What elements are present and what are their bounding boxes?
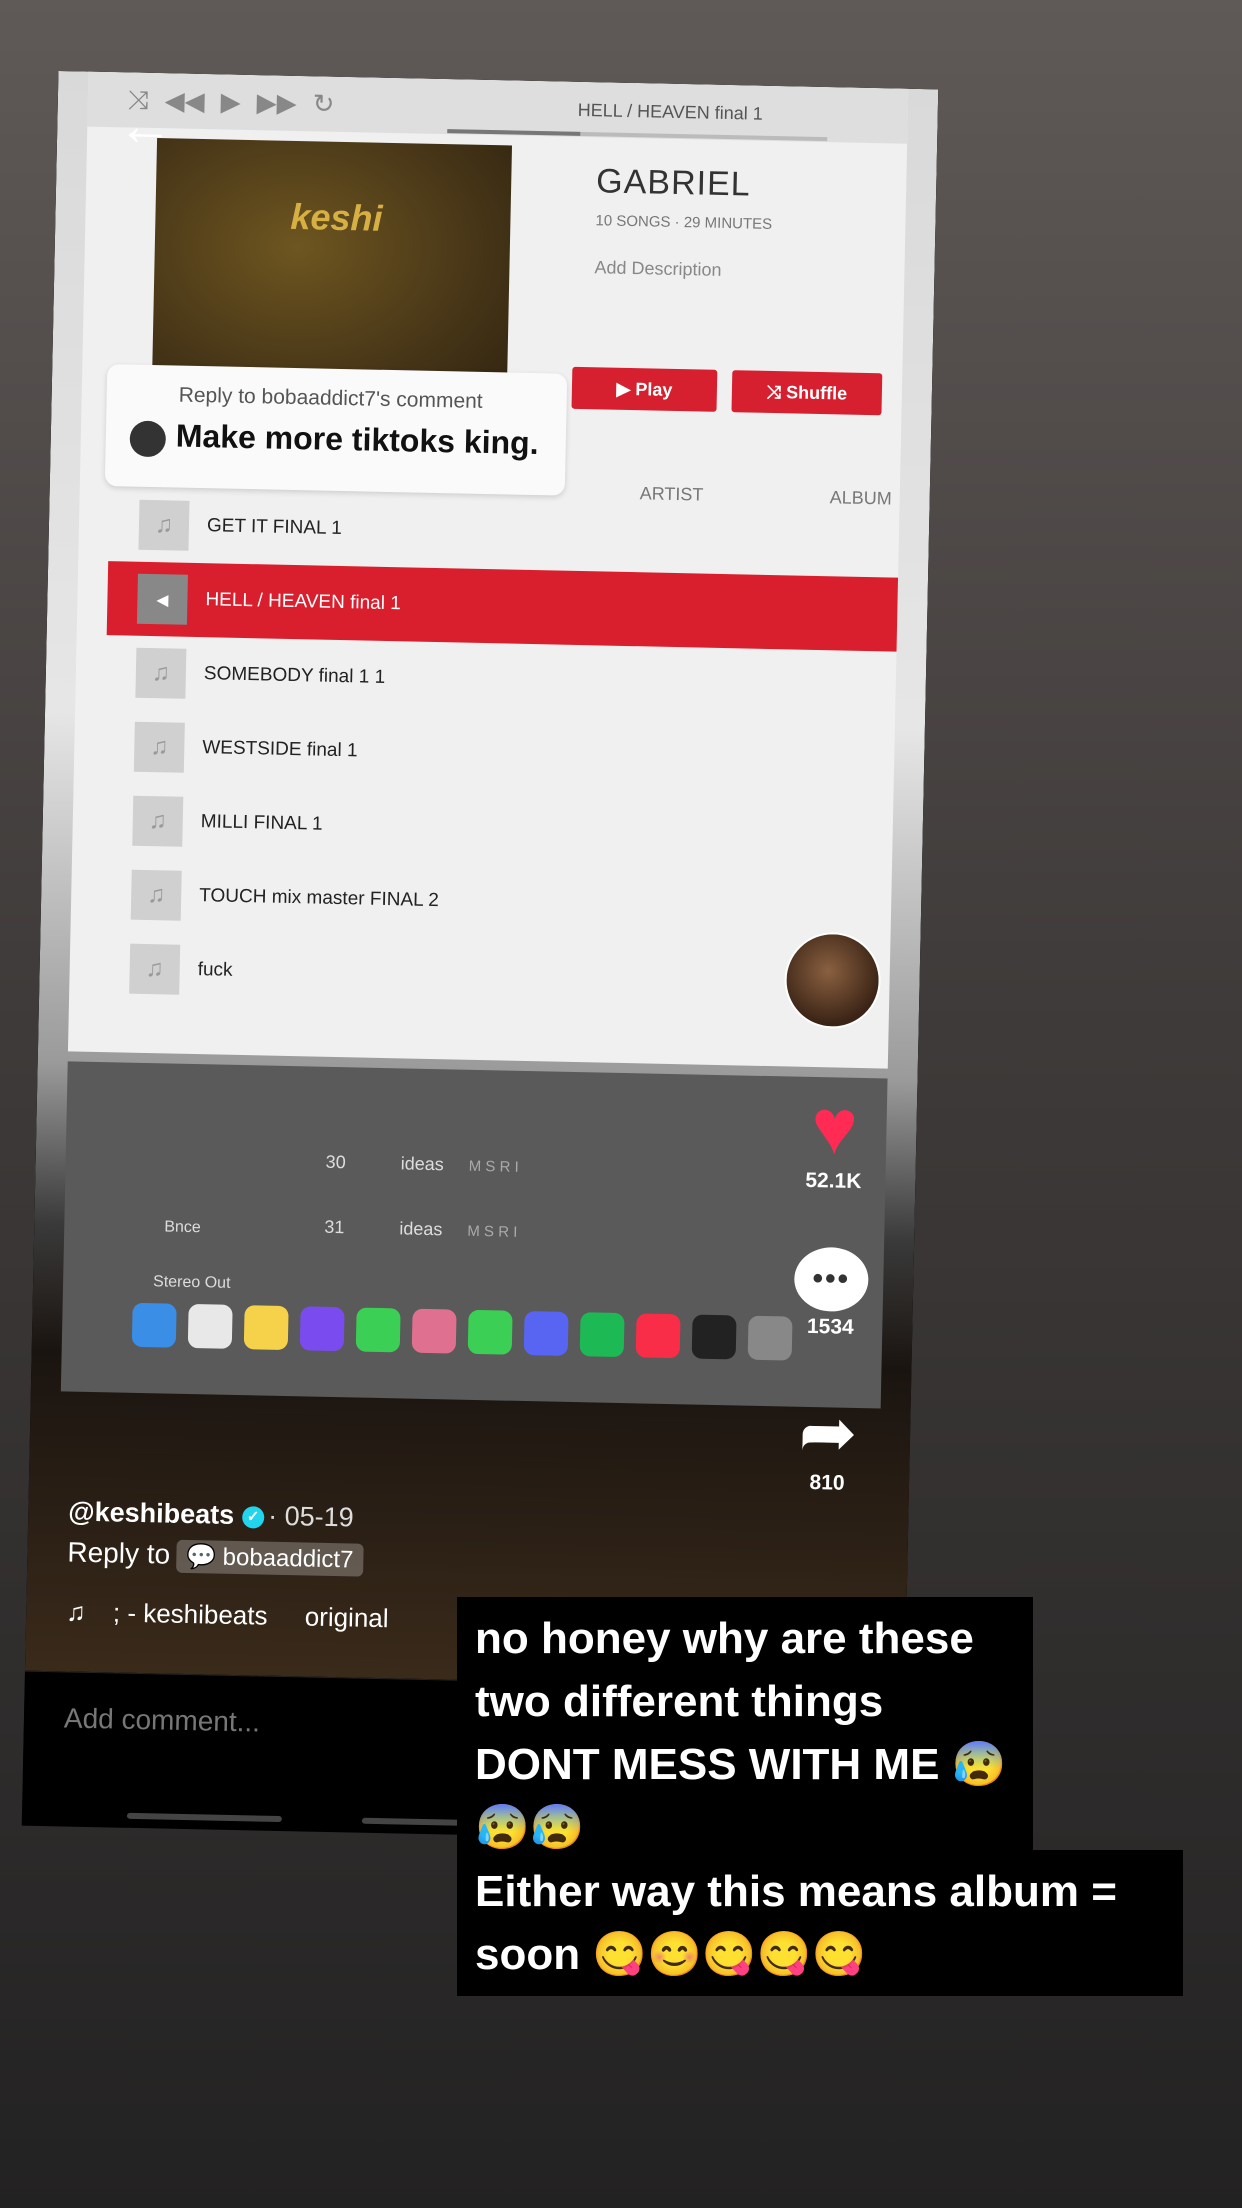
creator-handle-line: @keshibeats ✓ · 05-19 <box>68 1497 354 1534</box>
back-arrow-icon[interactable]: ← <box>117 93 174 157</box>
verified-icon: ✓ <box>241 1506 265 1529</box>
share-count: 810 <box>809 1471 845 1495</box>
add-description: Add Description <box>594 257 722 280</box>
speaker-icon: ◂ <box>136 573 188 625</box>
heart-icon[interactable]: ♥ <box>786 1082 884 1171</box>
tiktok-screenshot: ⤨ ◀◀ ▶ ▶▶ ↻ HELL / HEAVEN final 1 keshi … <box>21 70 939 1845</box>
like-action[interactable]: ♥ 52.1K <box>785 1082 884 1194</box>
music-note-icon: ♫ <box>129 943 181 995</box>
song-list: ♫ GET IT FINAL 1 ◂ HELL / HEAVEN final 1 ♫… <box>99 487 900 1021</box>
add-comment-input[interactable]: Add comment... <box>64 1702 261 1738</box>
repeat-icon: ↻ <box>312 87 335 119</box>
post-date: · 05-19 <box>267 1500 355 1533</box>
progress-bar <box>447 129 828 142</box>
notes-icon <box>243 1305 289 1351</box>
daw-track-30: 30 ideas M S R I <box>325 1151 519 1176</box>
story-caption-1: no honey why are these two different thi… <box>457 1597 1033 1869</box>
comment-action[interactable]: ••• 1534 <box>782 1246 880 1340</box>
finder-icon <box>131 1302 177 1348</box>
commenter-avatar <box>129 420 167 458</box>
reply-comment-card: Reply to bobaaddict7's comment Make more… <box>104 364 568 496</box>
page-indicator <box>126 1812 282 1823</box>
music-note-icon: ♫ <box>130 869 182 921</box>
story-caption-2: Either way this means album = soon 😋😊😋😋😋 <box>457 1850 1183 1996</box>
comment-count: 1534 <box>806 1314 854 1339</box>
music-note-icon: ♫ <box>133 721 185 773</box>
now-playing-title: HELL / HEAVEN final 1 <box>577 99 764 124</box>
messenger-icon <box>299 1306 345 1352</box>
playlist-meta: 10 SONGS · 29 MINUTES <box>595 212 773 233</box>
chrome-icon <box>187 1303 233 1349</box>
sound-name: ; - keshibeats <box>112 1597 268 1631</box>
album-art-text: keshi <box>290 195 383 239</box>
discord-icon <box>523 1311 569 1356</box>
reply-to-chip[interactable]: 💬 bobaaddict7 <box>175 1539 364 1577</box>
play-button: ▶ Play <box>571 366 718 412</box>
mac-dock <box>131 1302 793 1387</box>
share-action[interactable]: ➦ 810 <box>779 1393 877 1496</box>
play-icon: ▶ <box>220 85 242 117</box>
bnce-label: Bnce <box>164 1218 201 1237</box>
like-count: 52.1K <box>805 1168 862 1194</box>
facetime-icon <box>467 1309 513 1355</box>
song-row: ♫ fuck <box>99 931 890 1022</box>
sound-original: original <box>304 1601 389 1634</box>
comment-icon[interactable]: ••• <box>793 1246 869 1313</box>
share-icon[interactable]: ➦ <box>779 1393 876 1472</box>
app-icon <box>691 1314 737 1360</box>
shuffle-button: ⤨ Shuffle <box>731 370 883 416</box>
playlist-title: GABRIEL <box>595 162 752 204</box>
forward-icon: ▶▶ <box>256 86 297 118</box>
music-note-icon: ♫ <box>138 499 190 551</box>
music-app-screen: ⤨ ◀◀ ▶ ▶▶ ↻ HELL / HEAVEN final 1 keshi … <box>67 71 909 1069</box>
music-note-icon: ♫ <box>135 647 187 699</box>
reply-card-label: Reply to bobaaddict7's comment <box>178 383 483 413</box>
creator-handle[interactable]: @keshibeats <box>68 1497 234 1530</box>
daw-track-31: 31 ideas M S R I <box>324 1216 518 1241</box>
photos-icon <box>411 1308 457 1354</box>
messages-icon <box>355 1307 401 1353</box>
reply-to-line: Reply to 💬 bobaaddict7 <box>67 1536 364 1577</box>
spotify-icon <box>579 1312 625 1358</box>
comment-bubble-icon: 💬 <box>185 1542 223 1571</box>
reply-card-comment: Make more tiktoks king. <box>175 417 539 462</box>
music-note-icon: ♫ <box>65 1596 87 1627</box>
stereo-out-label: Stereo Out <box>152 1273 231 1292</box>
music-note-icon: ♫ <box>132 795 184 847</box>
player-topbar: ⤨ ◀◀ ▶ ▶▶ ↻ HELL / HEAVEN final 1 <box>87 71 909 144</box>
music-icon <box>635 1313 681 1359</box>
